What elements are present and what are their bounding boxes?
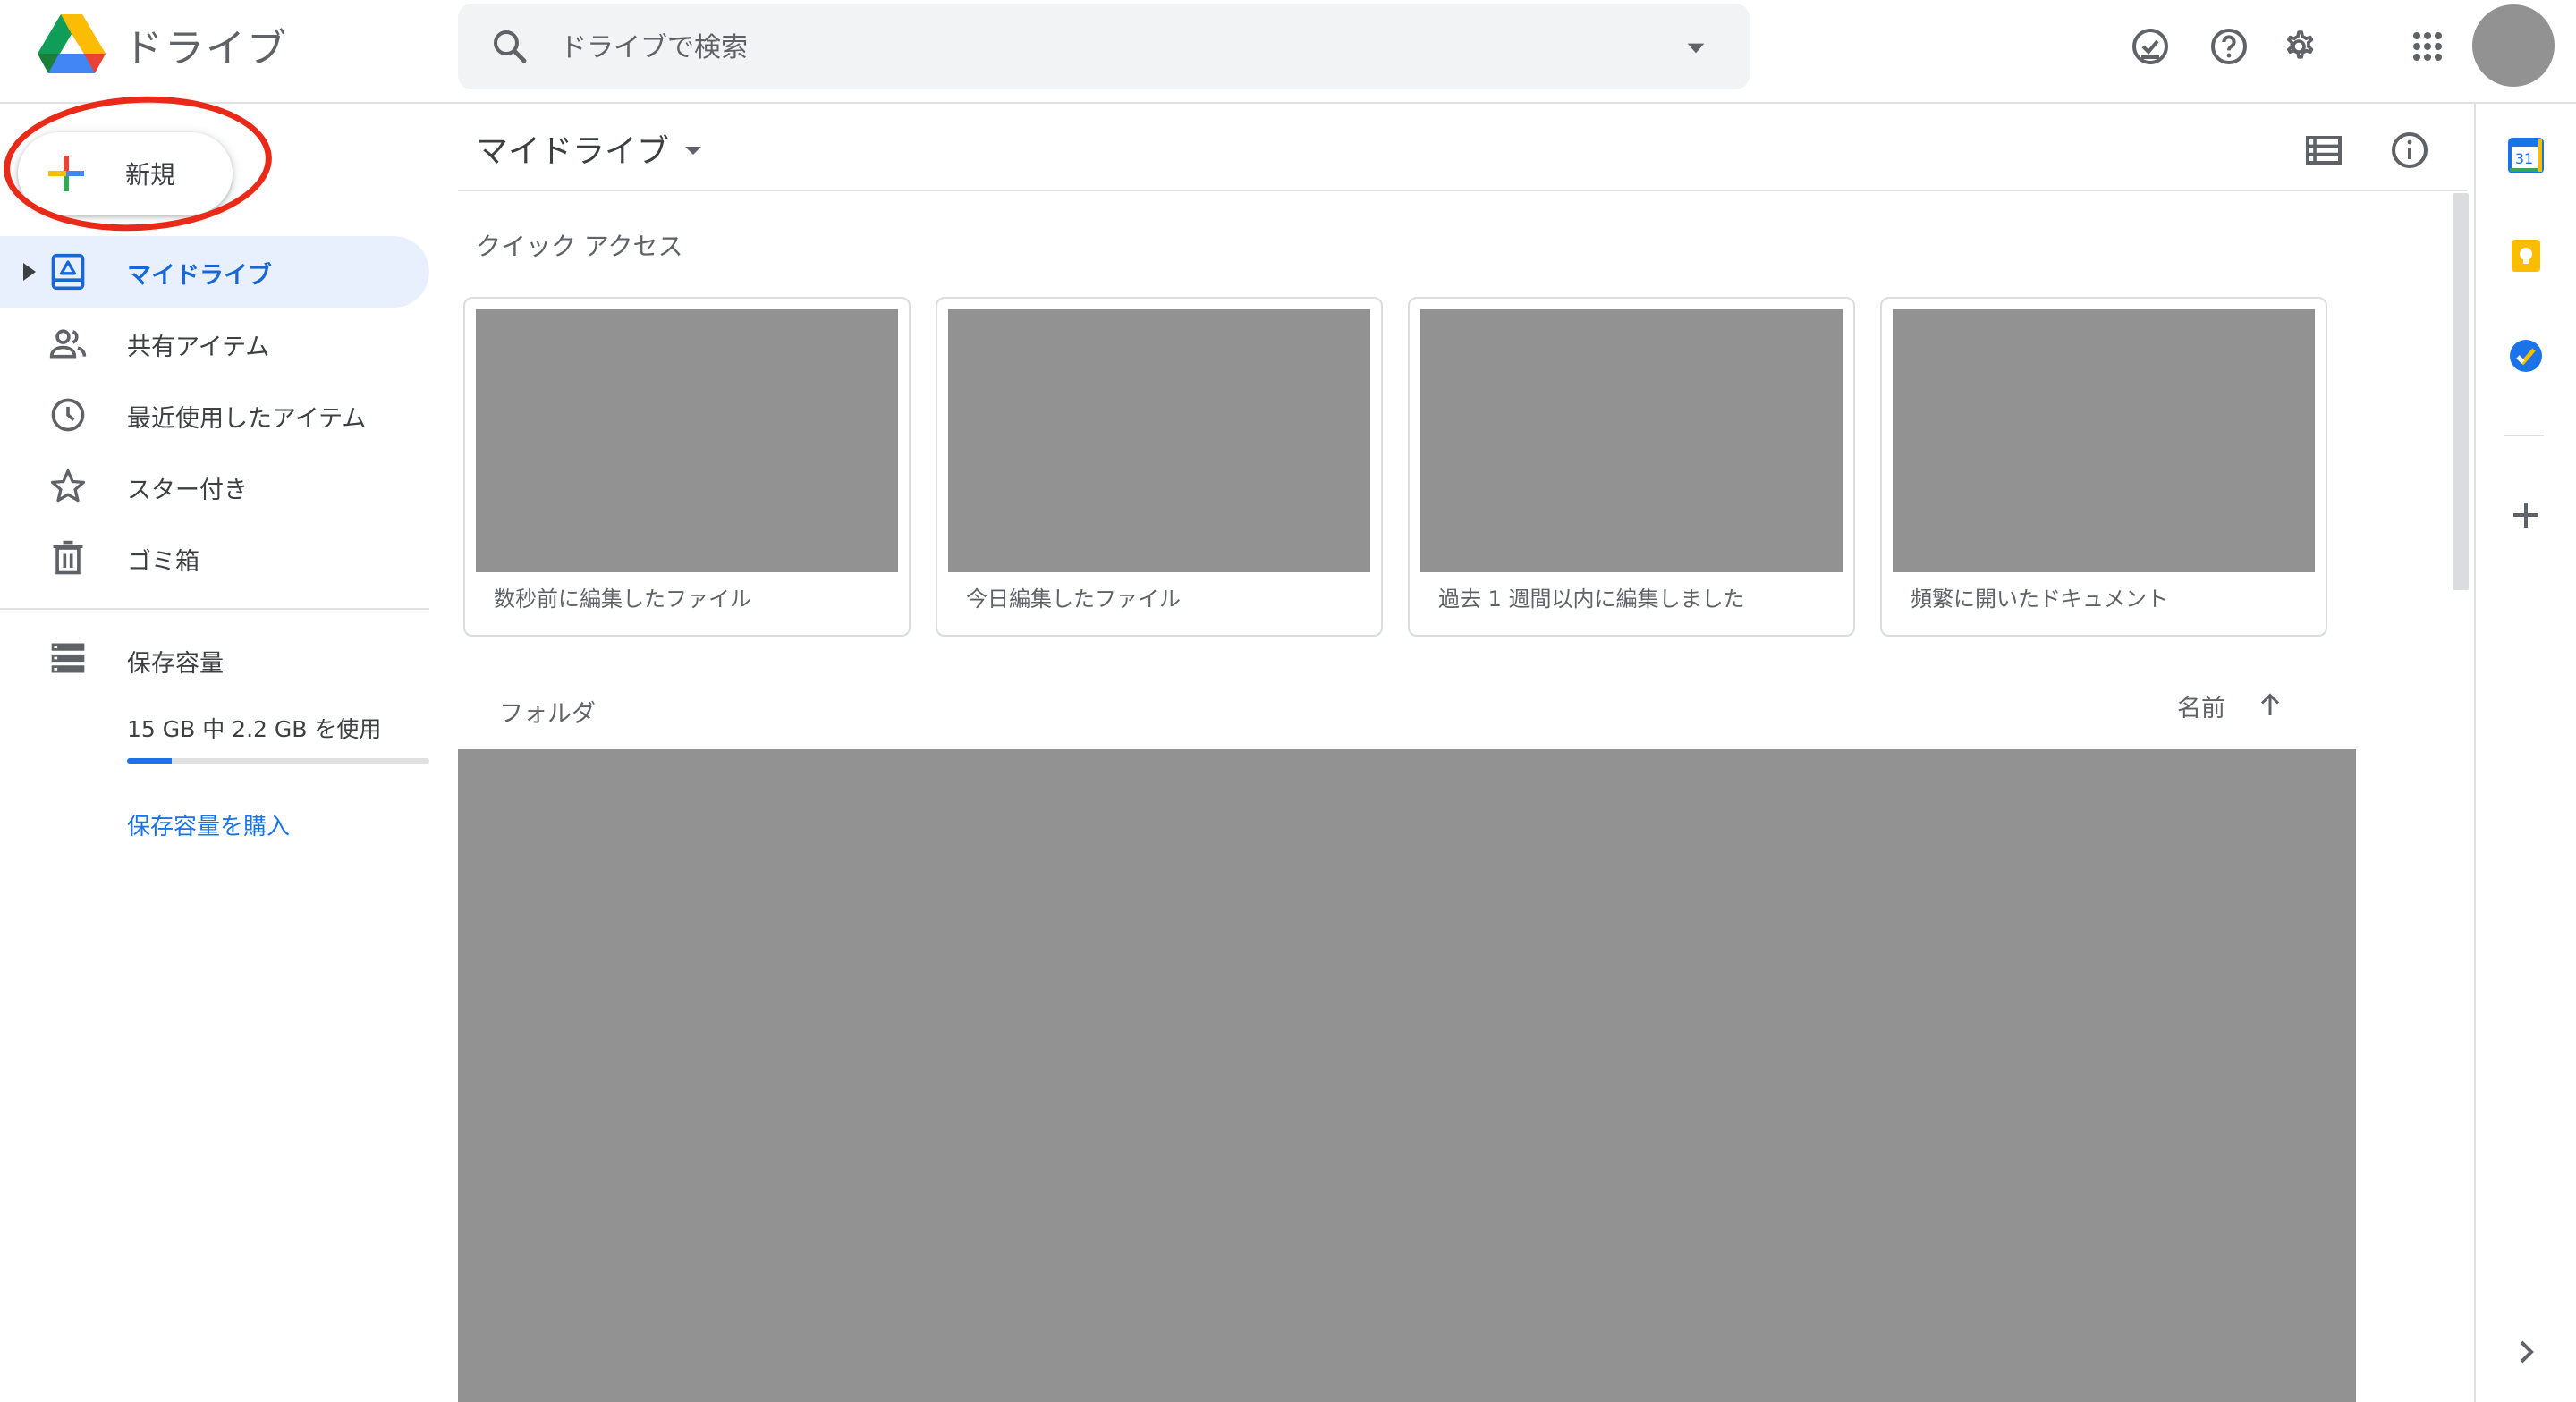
search-icon[interactable] [488,25,531,68]
main-divider [458,190,2467,191]
card-thumbnail [476,309,898,572]
my-drive-icon [51,253,85,291]
offline-ready-icon[interactable] [2129,25,2172,68]
sidebar-item-starred[interactable]: スター付き [0,451,429,522]
add-addon-icon[interactable] [2504,494,2547,536]
expand-panel-icon[interactable] [2504,1330,2547,1373]
quick-access-card[interactable]: 今日編集したファイル [936,297,1383,637]
buy-storage-link[interactable]: 保存容量を購入 [127,808,290,841]
card-caption: 過去 1 週間以内に編集しました [1438,587,1745,612]
rail-separator [2504,435,2544,436]
card-thumbnail [1893,309,2315,572]
top-header: ドライブ [0,0,2576,104]
settings-icon[interactable] [2277,25,2320,68]
sidebar-item-label: 共有アイテム [127,334,270,361]
keep-icon[interactable] [2504,234,2547,277]
sidebar-item-label: スター付き [127,477,248,504]
sidebar-item-my-drive[interactable]: マイドライブ [0,236,429,308]
card-caption: 頻繁に開いたドキュメント [1911,587,2168,612]
card-caption: 今日編集したファイル [966,587,1181,612]
sidebar-item-shared[interactable]: 共有アイテム [0,308,429,379]
apps-grid-icon[interactable] [2406,25,2449,68]
storage-icon [51,643,85,673]
storage-progress-fill [127,758,172,764]
sidebar-item-label: マイドライブ [127,262,272,290]
storage-label[interactable]: 保存容量 [127,644,224,679]
help-icon[interactable] [2207,25,2250,68]
search-input[interactable] [558,25,1617,70]
sidebar-item-label: 最近使用したアイテム [127,405,367,433]
sidebar-divider [0,608,429,610]
info-icon[interactable] [2388,129,2431,172]
folder-list-area[interactable] [458,749,2356,1402]
sort-ascending-arrow-icon[interactable] [2252,688,2288,721]
expand-arrow-icon[interactable] [20,261,38,283]
page-title[interactable]: マイドライブ [476,125,669,172]
storage-progress-bar [127,758,429,764]
account-avatar[interactable] [2472,4,2555,87]
highlight-annotation [0,89,275,238]
quick-access-card[interactable]: 頻繁に開いたドキュメント [1880,297,2327,637]
sidebar-item-trash[interactable]: ゴミ箱 [0,522,429,594]
quick-access-card[interactable]: 過去 1 週間以内に編集しました [1408,297,1855,637]
sidebar-item-recent[interactable]: 最近使用したアイテム [0,379,429,451]
drive-logo[interactable] [36,13,107,75]
search-bar[interactable] [458,4,1750,89]
card-thumbnail [948,309,1370,572]
quick-access-heading: クイック アクセス [476,232,683,261]
quick-access-card[interactable]: 数秒前に編集したファイル [463,297,911,637]
sort-by-name-button[interactable]: 名前 [2177,688,2225,723]
tasks-icon[interactable] [2504,334,2547,377]
calendar-icon[interactable]: 31 [2504,134,2547,177]
card-thumbnail [1420,309,1843,572]
app-title: ドライブ [123,26,288,72]
calendar-day: 31 [2515,150,2533,167]
sidebar-item-label: ゴミ箱 [127,548,199,576]
star-icon [50,469,86,503]
search-options-caret-icon[interactable] [1682,34,1710,63]
list-view-icon[interactable] [2302,129,2345,172]
right-rail-divider [2474,104,2476,1402]
trash-icon [53,540,83,575]
card-caption: 数秒前に編集したファイル [494,587,751,612]
scrollbar[interactable] [2453,193,2469,590]
storage-usage-text: 15 GB 中 2.2 GB を使用 [127,716,382,742]
folders-heading: フォルダ [499,700,596,728]
shared-people-icon [49,329,87,359]
clock-icon [51,398,85,432]
title-dropdown-caret-icon[interactable] [682,141,705,159]
